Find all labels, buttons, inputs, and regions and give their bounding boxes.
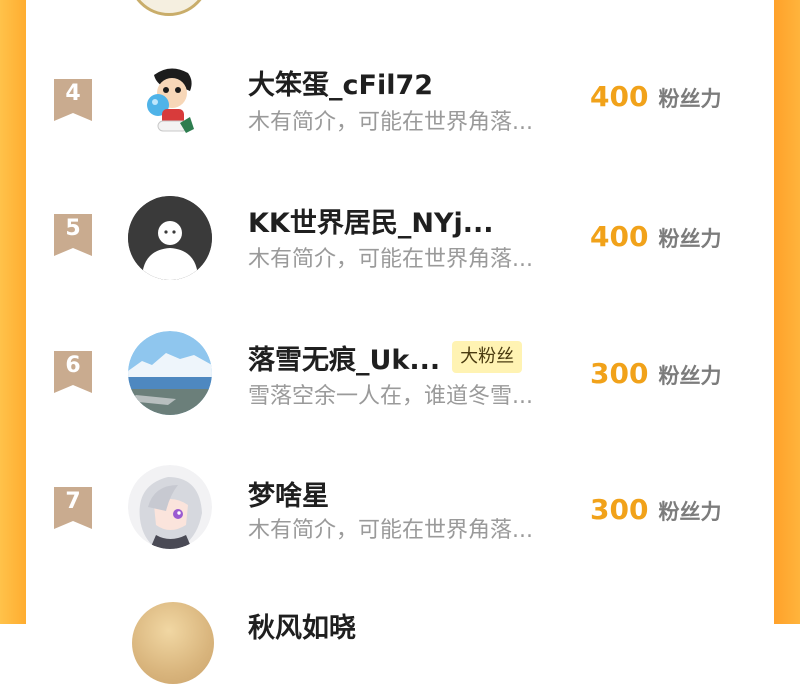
user-name-line: 大笨蛋_cFil72 — [248, 63, 433, 101]
rank-number: 5 — [65, 216, 81, 241]
user-bio: 木有简介，可能在世界角落... — [248, 518, 533, 543]
cartoon-boy-avatar[interactable] — [128, 57, 212, 141]
user-name-line: KK世界居民_NYj... — [248, 201, 494, 239]
big-fan-tag: 大粉丝 — [452, 341, 523, 373]
rank-badge: 4 — [54, 79, 92, 121]
fan-power-label: 粉丝力 — [658, 227, 722, 251]
anime-girl-avatar[interactable] — [128, 465, 212, 549]
fan-power-value: 400 — [590, 220, 649, 253]
user-bio: 木有简介，可能在世界角落... — [248, 110, 533, 135]
rank-badge: 7 — [54, 487, 92, 529]
rank-number: 7 — [65, 489, 81, 514]
user-name-line: 落雪无痕_Uk... 大粉丝 — [248, 338, 523, 377]
fan-power: 400 粉丝力 — [590, 220, 721, 253]
user-name[interactable]: KK世界居民_NYj... — [248, 201, 494, 240]
user-bio: 雪落空余一人在，谁道冬雪... — [248, 384, 533, 409]
default-person-avatar[interactable] — [128, 196, 212, 280]
fan-power: 300 粉丝力 — [590, 357, 721, 390]
anime-girl-icon — [128, 465, 212, 549]
next-row-avatar[interactable] — [132, 602, 214, 684]
fan-power: 400 粉丝力 — [590, 80, 721, 113]
rank-number: 6 — [65, 353, 81, 378]
snow-mountain-lake-icon — [128, 331, 212, 415]
cartoon-boy-icon — [128, 57, 212, 141]
rank-badge: 5 — [54, 214, 92, 256]
next-row-user-name[interactable]: 秋风如晓 — [248, 606, 356, 645]
ranking-row[interactable]: 4 大笨蛋_cFil72 木有简介，可能在世界角落... 400 粉丝力 — [0, 43, 800, 153]
snow-mountain-lake-avatar[interactable] — [128, 331, 212, 415]
ranking-row[interactable]: 6 落雪无痕_Uk... 大粉丝 雪落空余一人在，谁道冬雪... 300 粉丝力 — [0, 317, 800, 427]
user-bio: 木有简介，可能在世界角落... — [248, 247, 533, 272]
user-name-line: 梦啥星 — [248, 474, 329, 512]
user-name[interactable]: 梦啥星 — [248, 474, 329, 513]
user-name[interactable]: 落雪无痕_Uk... — [248, 338, 440, 377]
ranking-row[interactable]: 5 KK世界居民_NYj... 木有简介，可能在世界角落... 400 粉丝力 — [0, 178, 800, 288]
user-name[interactable]: 大笨蛋_cFil72 — [248, 63, 433, 102]
fan-power-value: 300 — [590, 493, 649, 526]
fan-power-label: 粉丝力 — [658, 500, 722, 524]
fan-power-value: 400 — [590, 80, 649, 113]
rank-number: 4 — [65, 81, 81, 106]
rank-badge: 6 — [54, 351, 92, 393]
default-person-icon — [128, 196, 212, 280]
fan-power-value: 300 — [590, 357, 649, 390]
fan-power-label: 粉丝力 — [658, 87, 722, 111]
fan-power-label: 粉丝力 — [658, 364, 722, 388]
fan-power: 300 粉丝力 — [590, 493, 721, 526]
ranking-row[interactable]: 7 梦啥星 木有简介，可能在世界角落... 300 粉丝力 — [0, 453, 800, 563]
